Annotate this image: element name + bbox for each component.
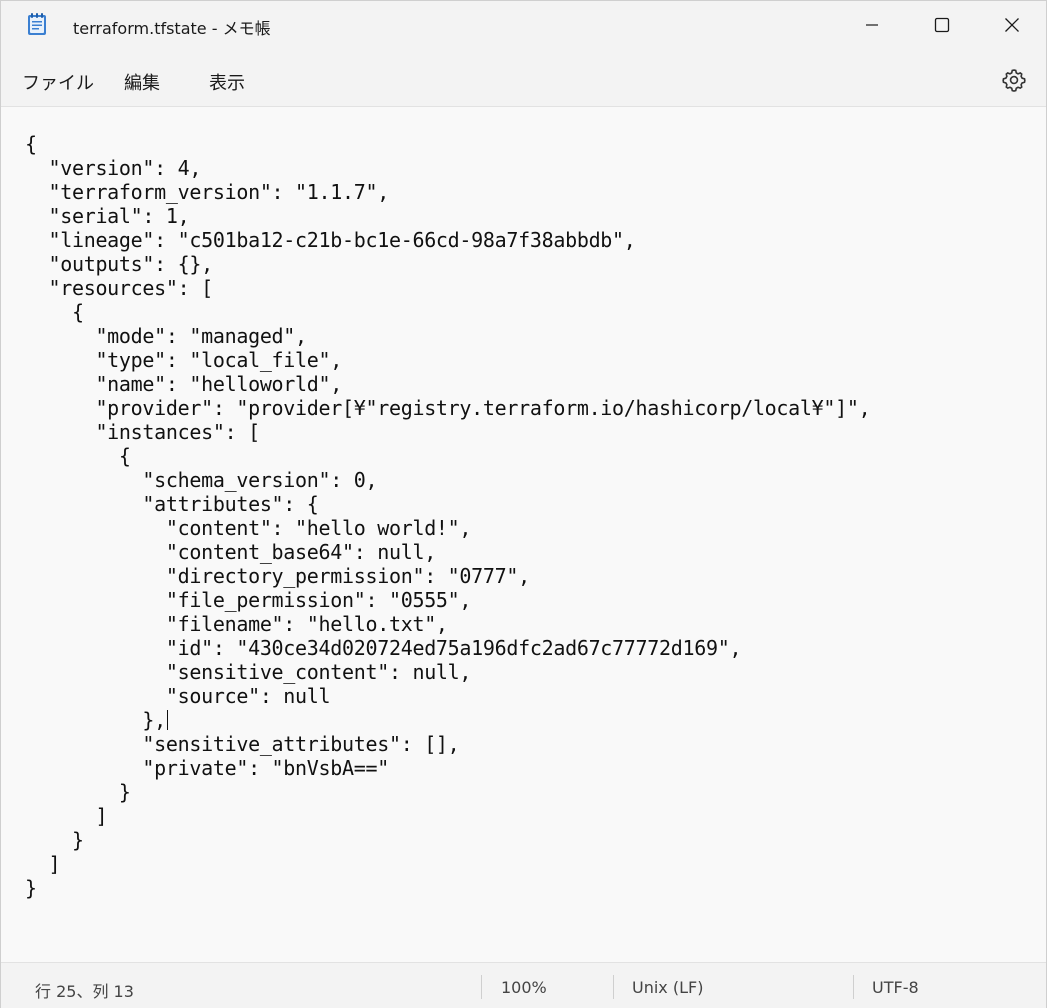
maximize-icon bbox=[934, 17, 950, 33]
editor-content[interactable]: { "version": 4, "terraform_version": "1.… bbox=[25, 132, 871, 900]
menu-file[interactable]: ファイル bbox=[22, 69, 94, 95]
window-title: terraform.tfstate - メモ帳 bbox=[73, 19, 271, 38]
cursor-position: 行 25、列 13 bbox=[35, 982, 134, 1001]
editor-line[interactable]: "name": "helloworld", bbox=[25, 372, 870, 396]
editor-line[interactable]: }, bbox=[25, 708, 870, 732]
divider bbox=[481, 975, 482, 999]
editor-line[interactable]: "sensitive_content": null, bbox=[25, 660, 870, 684]
editor-line[interactable]: ] bbox=[25, 804, 870, 828]
editor-line[interactable]: "type": "local_file", bbox=[25, 348, 870, 372]
divider bbox=[853, 975, 854, 999]
close-button[interactable] bbox=[977, 1, 1047, 49]
title-bar[interactable]: terraform.tfstate - メモ帳 bbox=[1, 1, 1046, 49]
editor-line[interactable]: "id": "430ce34d020724ed75a196dfc2ad67c77… bbox=[25, 636, 870, 660]
editor-line[interactable]: "private": "bnVsbA==" bbox=[25, 756, 870, 780]
editor-line[interactable]: "lineage": "c501ba12-c21b-bc1e-66cd-98a7… bbox=[25, 228, 870, 252]
editor-line[interactable]: "content": "hello world!", bbox=[25, 516, 870, 540]
zoom-level[interactable]: 100% bbox=[501, 978, 547, 997]
editor-line[interactable]: "outputs": {}, bbox=[25, 252, 870, 276]
editor-line[interactable]: "directory_permission": "0777", bbox=[25, 564, 870, 588]
encoding[interactable]: UTF-8 bbox=[872, 978, 919, 997]
editor-line[interactable]: "content_base64": null, bbox=[25, 540, 870, 564]
editor-line[interactable]: "serial": 1, bbox=[25, 204, 870, 228]
minimize-icon bbox=[866, 24, 878, 26]
menu-view[interactable]: 表示 bbox=[209, 69, 245, 95]
notepad-window: terraform.tfstate - メモ帳 ファイル 編集 表示 {"ve… bbox=[0, 0, 1047, 1008]
editor-line[interactable]: } bbox=[25, 876, 870, 900]
editor-line[interactable]: "version": 4, bbox=[25, 156, 870, 180]
editor-line[interactable]: "file_permission": "0555", bbox=[25, 588, 870, 612]
minimize-button[interactable] bbox=[837, 1, 907, 49]
maximize-button[interactable] bbox=[907, 1, 977, 49]
editor-line[interactable]: "filename": "hello.txt", bbox=[25, 612, 870, 636]
menu-edit[interactable]: 編集 bbox=[124, 69, 160, 95]
editor-line[interactable]: "sensitive_attributes": [], bbox=[25, 732, 870, 756]
editor-line[interactable]: { bbox=[25, 444, 870, 468]
editor-line[interactable]: "provider": "provider[¥"registry.terrafo… bbox=[25, 396, 870, 420]
notepad-icon bbox=[28, 13, 46, 35]
status-bar: 行 25、列 13 100% Unix (LF) UTF-8 bbox=[1, 962, 1046, 1008]
editor-line[interactable]: "resources": [ bbox=[25, 276, 870, 300]
editor-line[interactable]: } bbox=[25, 828, 870, 852]
editor-line[interactable]: "schema_version": 0, bbox=[25, 468, 870, 492]
divider bbox=[613, 975, 614, 999]
editor-line[interactable]: { bbox=[25, 300, 870, 324]
editor-line[interactable]: "mode": "managed", bbox=[25, 324, 870, 348]
menu-bar: ファイル 編集 表示 bbox=[1, 49, 1046, 107]
editor-line[interactable]: ] bbox=[25, 852, 870, 876]
editor-line[interactable]: "attributes": { bbox=[25, 492, 870, 516]
editor-line[interactable]: "terraform_version": "1.1.7", bbox=[25, 180, 870, 204]
gear-icon[interactable] bbox=[1001, 67, 1027, 93]
text-caret bbox=[166, 710, 168, 730]
close-icon bbox=[1005, 18, 1019, 32]
editor-line[interactable]: "source": null bbox=[25, 684, 870, 708]
line-ending[interactable]: Unix (LF) bbox=[632, 978, 703, 997]
editor-line[interactable]: { bbox=[25, 132, 870, 156]
text-editor[interactable]: { "version": 4, "terraform_version": "1.… bbox=[1, 108, 1046, 962]
editor-line[interactable]: "instances": [ bbox=[25, 420, 870, 444]
editor-line[interactable]: } bbox=[25, 780, 870, 804]
